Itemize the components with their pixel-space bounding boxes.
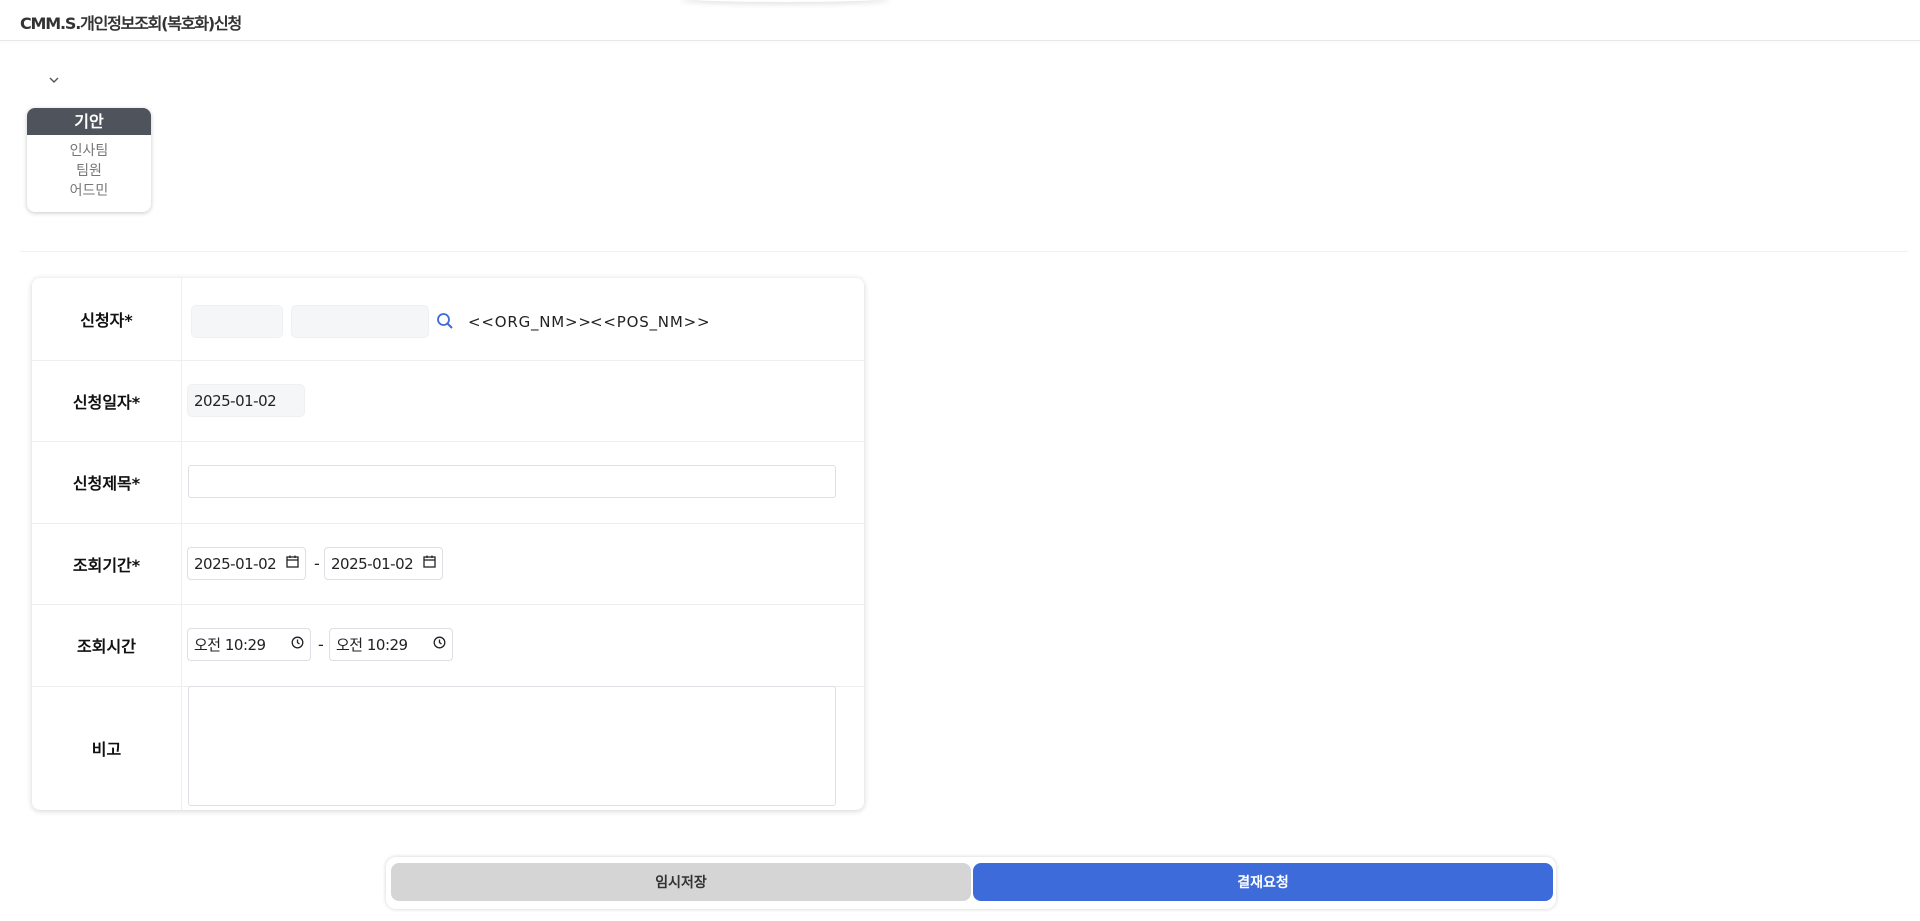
tab-shadow-decoration bbox=[680, 0, 890, 2]
applicant-label: 신청자* bbox=[32, 278, 182, 360]
time-start-field[interactable]: 오전 10:29 bbox=[187, 628, 311, 661]
request-form: 신청자* <<ORG_NM>> <<POS_NM>> 신청일자* 2025-01… bbox=[32, 278, 864, 810]
apply-date-label: 신청일자* bbox=[32, 360, 182, 441]
time-start-value: 오전 10:29 bbox=[194, 636, 266, 654]
approval-step-label: 기안 bbox=[27, 108, 151, 135]
time-end-field[interactable]: 오전 10:29 bbox=[329, 628, 453, 661]
applicant-id-field[interactable] bbox=[191, 305, 283, 338]
apply-date-field[interactable]: 2025-01-02 bbox=[187, 384, 305, 417]
time-end-value: 오전 10:29 bbox=[336, 636, 408, 654]
title-input[interactable] bbox=[188, 465, 836, 498]
apply-date-row: 신청일자* 2025-01-02 bbox=[32, 360, 864, 442]
approval-request-button[interactable]: 결재요청 bbox=[973, 863, 1553, 901]
clock-icon[interactable] bbox=[291, 636, 304, 653]
remarks-textarea[interactable] bbox=[188, 686, 836, 806]
search-icon[interactable] bbox=[436, 312, 454, 334]
period-start-date[interactable]: 2025-01-02 bbox=[187, 547, 306, 580]
calendar-icon[interactable] bbox=[286, 555, 299, 572]
temp-save-button[interactable]: 임시저장 bbox=[391, 863, 971, 901]
period-end-value: 2025-01-02 bbox=[331, 554, 414, 573]
page-title: CMM.S.개인정보조회(복호화)신청 bbox=[20, 14, 242, 33]
calendar-icon[interactable] bbox=[423, 555, 436, 572]
period-end-date[interactable]: 2025-01-02 bbox=[324, 547, 443, 580]
title-row: 신청제목* bbox=[32, 441, 864, 524]
chevron-down-icon[interactable] bbox=[46, 72, 62, 88]
period-label: 조회기간* bbox=[32, 523, 182, 604]
period-start-value: 2025-01-02 bbox=[194, 554, 277, 573]
section-divider bbox=[20, 251, 1908, 252]
position-name-placeholder: <<POS_NM>> bbox=[590, 313, 711, 331]
title-label: 신청제목* bbox=[32, 441, 182, 523]
approver-department: 인사팀 bbox=[69, 143, 109, 159]
action-button-bar: 임시저장 결재요청 bbox=[386, 857, 1556, 909]
period-separator: - bbox=[314, 554, 320, 573]
applicant-name-field[interactable] bbox=[291, 305, 429, 338]
org-name-placeholder: <<ORG_NM>> bbox=[468, 313, 592, 331]
approver-position: 팀원 bbox=[76, 163, 102, 179]
remarks-label: 비고 bbox=[32, 686, 182, 810]
approval-line-card: 기안 인사팀 팀원 어드민 bbox=[27, 108, 151, 212]
applicant-row: 신청자* <<ORG_NM>> <<POS_NM>> bbox=[32, 278, 864, 361]
time-label: 조회시간 bbox=[32, 604, 182, 686]
time-separator: - bbox=[318, 635, 324, 654]
approver-name: 어드민 bbox=[69, 183, 109, 199]
clock-icon[interactable] bbox=[433, 636, 446, 653]
remarks-row: 비고 bbox=[32, 686, 864, 810]
top-bar: CMM.S.개인정보조회(복호화)신청 bbox=[0, 0, 1920, 41]
time-row: 조회시간 오전 10:29 - 오전 10:29 bbox=[32, 604, 864, 687]
period-row: 조회기간* 2025-01-02 - 2025-01-02 bbox=[32, 523, 864, 605]
